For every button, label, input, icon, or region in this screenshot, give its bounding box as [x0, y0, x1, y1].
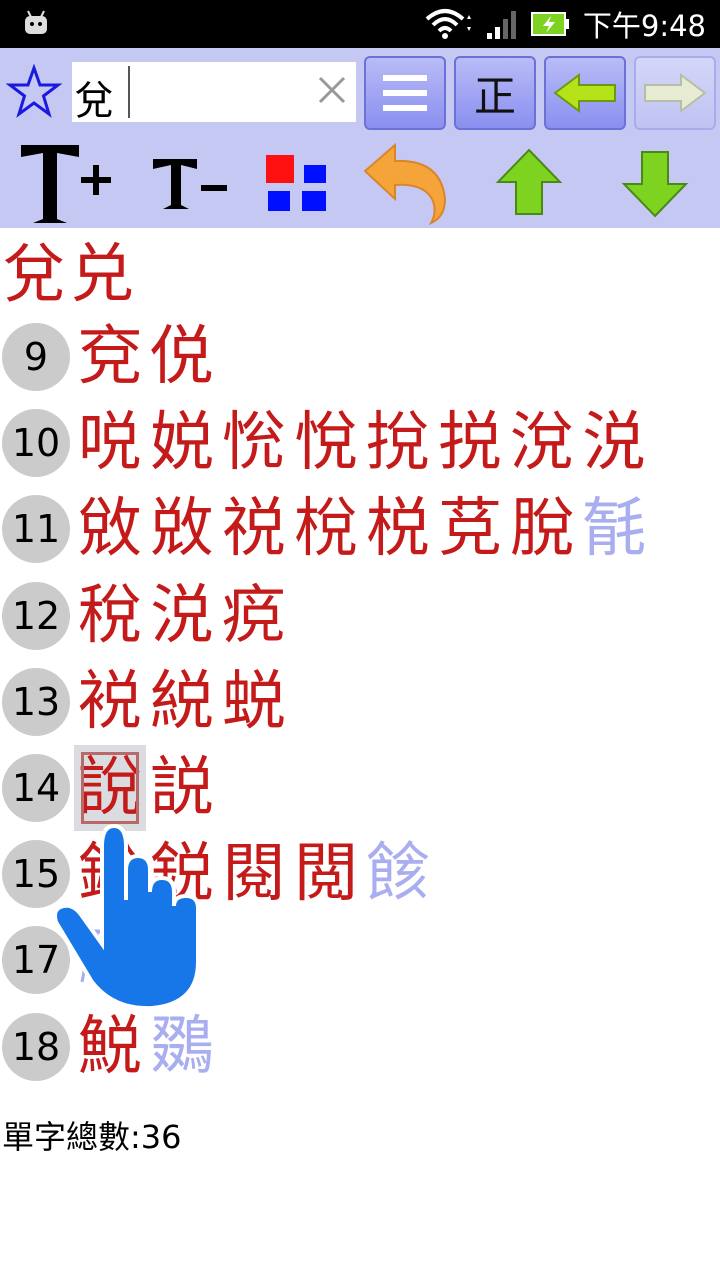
menu-icon: [383, 75, 427, 111]
font-decrease-button[interactable]: [148, 138, 234, 228]
row-characters: 哾娧恱悅挩捝涗涚: [74, 400, 650, 486]
character-item[interactable]: 恱: [218, 400, 290, 486]
color-toggle-button[interactable]: [260, 138, 332, 228]
row-characters: 裞綐蜕: [74, 659, 290, 745]
character-item[interactable]: 涚: [146, 573, 218, 659]
arrow-left-icon: [553, 73, 616, 113]
scroll-down-button[interactable]: [620, 138, 690, 228]
character-item[interactable]: 敚: [146, 486, 218, 572]
header-char[interactable]: 兌: [0, 232, 68, 318]
undo-icon: [363, 142, 447, 225]
stroke-count-badge: 18: [2, 1012, 70, 1081]
character-item[interactable]: 棁: [362, 486, 434, 572]
stroke-count-badge: 9: [2, 323, 70, 391]
search-value: 兌: [74, 78, 114, 124]
back-button[interactable]: [544, 56, 626, 130]
font-increase-button[interactable]: [10, 138, 120, 228]
battery-charging-icon: [530, 12, 569, 36]
character-item[interactable]: 鮵: [74, 1004, 146, 1090]
color-squares-icon: [266, 155, 326, 211]
touch-hand-icon: [53, 823, 200, 1011]
star-icon[interactable]: [6, 64, 62, 120]
text-cursor: [128, 66, 130, 118]
stroke-row: 9兗侻: [0, 314, 720, 400]
character-item[interactable]: 痥: [218, 573, 290, 659]
stroke-count-badge: 13: [2, 667, 70, 736]
stroke-count-badge: 12: [2, 581, 70, 650]
android-notification-icon: [25, 10, 47, 34]
character-item[interactable]: 毻: [578, 486, 650, 572]
row-characters: 鮵鵽: [74, 1004, 218, 1090]
character-item[interactable]: 綐: [146, 659, 218, 745]
row-characters: 敓敚祱梲棁莌脫毻: [74, 486, 650, 572]
wifi-icon: [425, 9, 471, 39]
status-bar: 下午9:48: [0, 0, 720, 48]
clear-icon[interactable]: [312, 70, 352, 110]
character-item[interactable]: 閱: [218, 831, 290, 917]
stroke-count-badge: 10: [2, 409, 70, 478]
character-item[interactable]: 莌: [434, 486, 506, 572]
arrow-down-icon: [621, 151, 689, 218]
stroke-row: 13 裞綐蜕: [0, 659, 720, 745]
header-chars: 兌 兑: [0, 232, 136, 318]
font-increase-icon: [21, 145, 111, 223]
character-item[interactable]: 稅: [74, 573, 146, 659]
stroke-row: 18 鮵鵽: [0, 1004, 720, 1090]
stroke-row: 10 哾娧恱悅挩捝涗涚: [0, 400, 720, 486]
character-item[interactable]: 閲: [290, 831, 362, 917]
character-item[interactable]: 娧: [146, 400, 218, 486]
search-input[interactable]: 兌: [72, 62, 356, 124]
arrow-up-icon: [495, 148, 563, 215]
character-item[interactable]: 脫: [506, 486, 578, 572]
character-item[interactable]: 鵽: [146, 1004, 218, 1090]
forward-button[interactable]: [634, 56, 716, 130]
zheng-button[interactable]: 正: [454, 56, 536, 130]
character-item[interactable]: 祱: [218, 486, 290, 572]
menu-button[interactable]: [364, 56, 446, 130]
font-decrease-icon: [153, 159, 227, 209]
header-char[interactable]: 兑: [68, 232, 136, 318]
character-item[interactable]: 敓: [74, 486, 146, 572]
character-item[interactable]: 餩: [362, 831, 434, 917]
undo-button[interactable]: [360, 138, 452, 228]
stroke-row: 12 稅涚痥: [0, 573, 720, 659]
row-characters: 稅涚痥: [74, 573, 290, 659]
scroll-up-button[interactable]: [494, 138, 564, 228]
character-item[interactable]: 捝: [434, 400, 506, 486]
character-item[interactable]: 悅: [290, 400, 362, 486]
character-item[interactable]: 哾: [74, 400, 146, 486]
character-item[interactable]: 梲: [290, 486, 362, 572]
character-item[interactable]: 裞: [74, 659, 146, 745]
character-item[interactable]: 挩: [362, 400, 434, 486]
row-characters: 兗侻: [74, 314, 218, 400]
character-item[interactable]: 蜕: [218, 659, 290, 745]
character-item[interactable]: 涗: [506, 400, 578, 486]
stroke-row: 11 敓敚祱梲棁莌脫毻: [0, 486, 720, 572]
clock: 下午9:48: [582, 9, 706, 43]
stroke-count-badge: 11: [2, 495, 70, 564]
character-item[interactable]: 侻: [146, 314, 218, 400]
character-item[interactable]: 涚: [578, 400, 650, 486]
zheng-button-label: 正: [473, 71, 516, 121]
arrow-right-icon: [644, 73, 707, 113]
signal-icon: [486, 11, 516, 39]
total-count: 單字總數:36: [2, 1118, 182, 1156]
character-item[interactable]: 兗: [74, 314, 146, 400]
